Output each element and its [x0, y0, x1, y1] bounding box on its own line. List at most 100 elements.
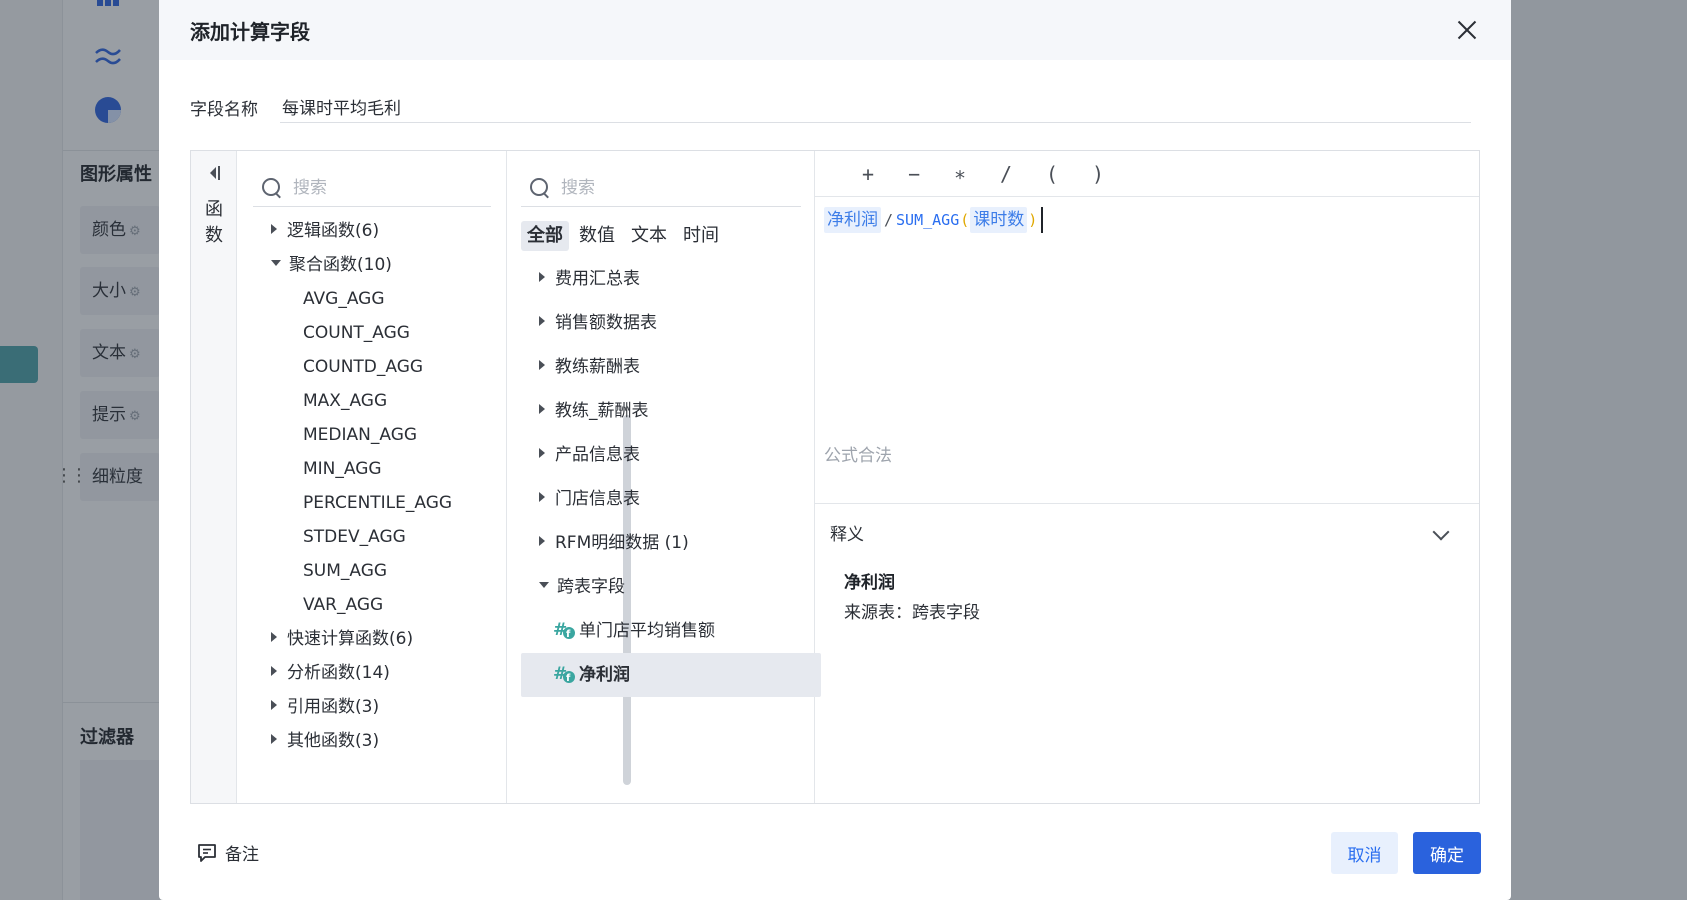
search-icon	[261, 177, 283, 199]
caret-right-icon	[539, 536, 545, 546]
text-cursor	[1041, 207, 1044, 233]
field-name-row: 字段名称	[190, 92, 1471, 123]
function-group-label: 逻辑函数(6)	[287, 221, 380, 241]
table-item[interactable]: 销售额数据表	[521, 301, 821, 345]
tab-numeric[interactable]: 数值	[573, 221, 621, 251]
table-item[interactable]: 教练_薪酬表	[521, 389, 821, 433]
function-item[interactable]: AVG_AGG	[303, 281, 385, 317]
function-name: COUNT_AGG	[303, 323, 410, 343]
comment-icon	[198, 843, 216, 862]
field-name: 单门店平均销售额	[579, 621, 715, 641]
function-rail: 函数	[191, 151, 237, 803]
divide-operator-button[interactable]: /	[983, 162, 1029, 186]
table-name: 教练薪酬表	[555, 357, 640, 377]
collapse-panel-icon[interactable]	[204, 163, 224, 183]
function-item[interactable]: VAR_AGG	[303, 587, 383, 623]
table-name: 销售额数据表	[555, 313, 657, 333]
function-item[interactable]: SUM_AGG	[303, 553, 387, 589]
cancel-button[interactable]: 取消	[1331, 832, 1398, 874]
caret-right-icon	[271, 666, 277, 676]
confirm-button[interactable]: 确定	[1413, 832, 1481, 874]
open-paren-button[interactable]: (	[1029, 162, 1075, 186]
minus-operator-button[interactable]: −	[891, 162, 937, 186]
dialog-header: 添加计算字段	[159, 0, 1511, 60]
field-search	[521, 169, 801, 207]
function-group-logic[interactable]: 逻辑函数(6)	[271, 213, 379, 249]
function-item[interactable]: COUNTD_AGG	[303, 349, 423, 385]
function-item[interactable]: PERCENTILE_AGG	[303, 485, 452, 521]
function-search-input[interactable]	[293, 177, 473, 198]
formula-paren: )	[1028, 211, 1038, 229]
tab-text[interactable]: 文本	[625, 221, 673, 251]
formula-field-token[interactable]: 净利润	[824, 207, 881, 233]
chevron-down-icon[interactable]	[1432, 523, 1450, 541]
field-item-selected[interactable]: # f 净利润	[521, 653, 821, 697]
table-item[interactable]: 产品信息表	[521, 433, 821, 477]
function-list-panel: 逻辑函数(6) 聚合函数(10) AVG_AGG COUNT_AGG COUNT…	[237, 151, 507, 803]
formula-function: SUM_AGG	[896, 211, 960, 229]
svg-text:f: f	[566, 673, 571, 684]
function-group-aggregate[interactable]: 聚合函数(10)	[271, 247, 392, 283]
function-item[interactable]: COUNT_AGG	[303, 315, 410, 351]
calculated-field-icon: # f	[553, 620, 575, 640]
caret-down-icon	[539, 582, 549, 588]
caret-right-icon	[539, 360, 545, 370]
formula-field-token[interactable]: 课时数	[970, 207, 1028, 233]
field-list-panel: 全部 数值 文本 时间 费用汇总表 销售额数据表 教练薪酬表 教练_薪酬表 产品…	[507, 151, 821, 803]
table-item[interactable]: RFM明细数据 (1)	[521, 521, 821, 565]
function-group-label: 快速计算函数(6)	[287, 629, 414, 649]
tab-time[interactable]: 时间	[677, 221, 725, 251]
operator-toolbar: + − ∗ / ( )	[815, 151, 1479, 197]
table-item[interactable]: 教练薪酬表	[521, 345, 821, 389]
formula-operator: /	[884, 211, 894, 229]
search-icon	[529, 177, 551, 199]
field-search-input[interactable]	[561, 177, 741, 198]
explanation-source: 来源表：跨表字段	[844, 603, 980, 623]
function-name: MEDIAN_AGG	[303, 425, 418, 445]
calculated-field-icon: # f	[553, 664, 575, 684]
table-name: 费用汇总表	[555, 269, 640, 289]
function-item[interactable]: STDEV_AGG	[303, 519, 406, 555]
function-name: VAR_AGG	[303, 595, 384, 615]
function-item[interactable]: MEDIAN_AGG	[303, 417, 417, 453]
function-name: PERCENTILE_AGG	[303, 493, 453, 513]
note-label: 备注	[225, 845, 259, 865]
close-icon[interactable]	[1453, 16, 1481, 44]
table-item[interactable]: 费用汇总表	[521, 257, 821, 301]
table-name: 跨表字段	[557, 577, 625, 597]
field-item[interactable]: # f 单门店平均销售额	[521, 609, 821, 653]
function-group-label: 其他函数(3)	[287, 731, 380, 751]
function-name: STDEV_AGG	[303, 527, 406, 547]
close-paren-button[interactable]: )	[1075, 162, 1121, 186]
function-name: MIN_AGG	[303, 459, 382, 479]
caret-right-icon	[539, 404, 545, 414]
caret-right-icon	[271, 224, 277, 234]
tab-all[interactable]: 全部	[521, 221, 569, 251]
function-group-other[interactable]: 其他函数(3)	[271, 723, 379, 759]
multiply-operator-button[interactable]: ∗	[937, 162, 983, 186]
function-search	[253, 169, 491, 207]
function-group-reference[interactable]: 引用函数(3)	[271, 689, 379, 725]
function-group-label: 分析函数(14)	[287, 663, 390, 683]
field-type-tabs: 全部 数值 文本 时间	[521, 221, 725, 251]
table-name: 产品信息表	[555, 445, 640, 465]
table-item[interactable]: 门店信息表	[521, 477, 821, 521]
plus-operator-button[interactable]: +	[845, 162, 891, 186]
function-name: COUNTD_AGG	[303, 357, 424, 377]
function-group-quick-calc[interactable]: 快速计算函数(6)	[271, 621, 413, 657]
function-name: MAX_AGG	[303, 391, 388, 411]
caret-right-icon	[539, 316, 545, 326]
function-item[interactable]: MAX_AGG	[303, 383, 387, 419]
function-group-analysis[interactable]: 分析函数(14)	[271, 655, 390, 691]
caret-right-icon	[539, 492, 545, 502]
function-item[interactable]: MIN_AGG	[303, 451, 382, 487]
note-button[interactable]: 备注	[197, 840, 259, 865]
caret-right-icon	[539, 448, 545, 458]
table-item-cross-fields[interactable]: 跨表字段	[521, 565, 821, 609]
field-name-input[interactable]	[280, 92, 1471, 123]
function-group-label: 引用函数(3)	[287, 697, 380, 717]
table-name: RFM明细数据 (1)	[555, 533, 689, 553]
table-name: 教练_薪酬表	[555, 401, 649, 421]
formula-editor[interactable]: 净利润 / SUM_AGG ( 课时数 )	[824, 207, 1044, 233]
caret-right-icon	[271, 632, 277, 642]
